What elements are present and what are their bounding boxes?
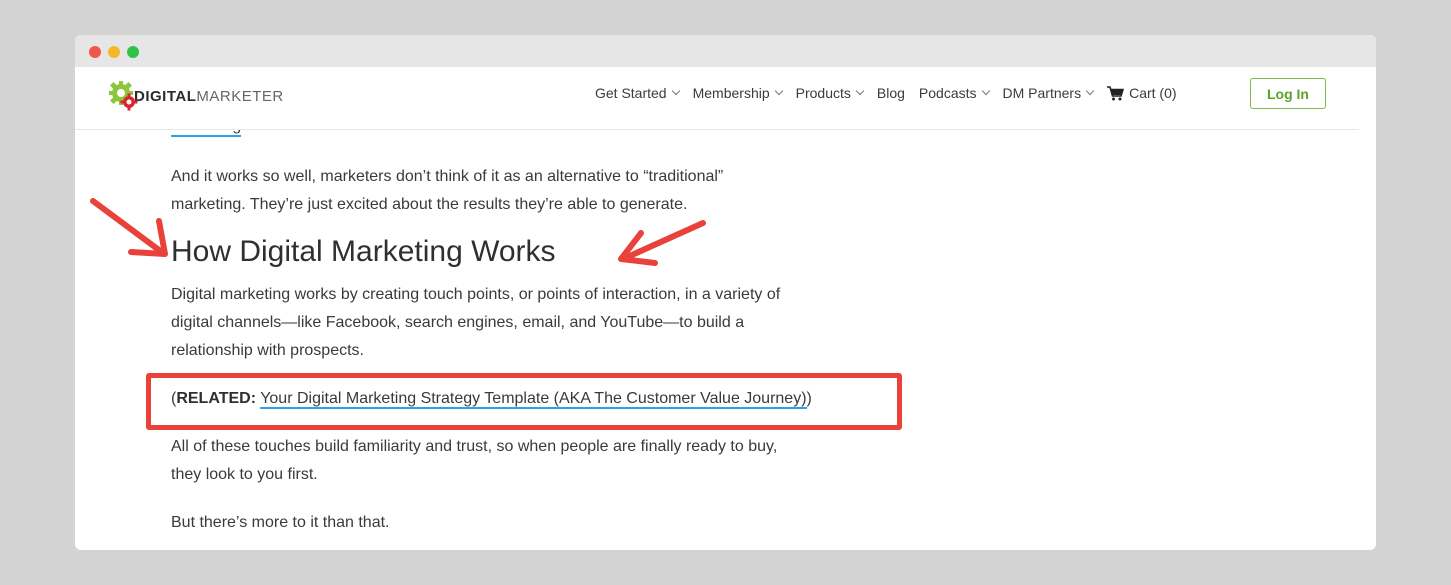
main-nav: Get Started Membership Products Blog Pod… bbox=[595, 85, 1193, 101]
paragraph-3: All of these touches build familiarity a… bbox=[171, 433, 891, 489]
title-bar bbox=[75, 35, 1376, 67]
nav-membership[interactable]: Membership bbox=[693, 85, 783, 101]
chevron-down-icon bbox=[671, 86, 680, 96]
paragraph-line: digital channels—like Facebook, search e… bbox=[171, 314, 745, 331]
paragraph-line: relationship with prospects. bbox=[171, 342, 364, 359]
cart-link[interactable]: Cart (0) bbox=[1107, 85, 1177, 101]
chevron-down-icon bbox=[855, 86, 865, 96]
site-header: DIGITALMARKETER Get Started Membership P… bbox=[75, 67, 1359, 130]
log-in-button[interactable]: Log In bbox=[1250, 78, 1326, 109]
chevron-down-icon bbox=[774, 86, 783, 96]
nav-podcasts[interactable]: Podcasts bbox=[919, 85, 990, 101]
cart-label: Cart (0) bbox=[1129, 85, 1177, 101]
paragraph-2: Digital marketing works by creating touc… bbox=[171, 281, 891, 365]
paragraph-4: But there’s more to it than that. bbox=[171, 514, 390, 531]
paragraph-line: All of these touches build familiarity a… bbox=[171, 438, 778, 455]
maximize-window-button[interactable] bbox=[127, 46, 139, 58]
nav-blog[interactable]: Blog bbox=[877, 85, 905, 101]
paragraph-line: marketing. They’re just excited about th… bbox=[171, 196, 688, 213]
paragraph-1: And it works so well, marketers don’t th… bbox=[171, 163, 891, 219]
gear-logo-icon bbox=[108, 80, 140, 112]
minimize-window-button[interactable] bbox=[108, 46, 120, 58]
logo-wordmark: DIGITALMARKETER bbox=[134, 87, 284, 105]
site-logo[interactable]: DIGITALMARKETER bbox=[108, 79, 284, 113]
cart-icon bbox=[1107, 85, 1125, 100]
nav-products[interactable]: Products bbox=[796, 85, 865, 101]
close-window-button[interactable] bbox=[89, 46, 101, 58]
right-arrow-annotation-icon bbox=[618, 220, 706, 266]
chevron-down-icon bbox=[981, 86, 990, 96]
paragraph-line: they look to you first. bbox=[171, 466, 318, 483]
nav-dm-partners[interactable]: DM Partners bbox=[1003, 85, 1095, 101]
left-arrow-annotation-icon bbox=[90, 198, 168, 257]
highlight-box bbox=[146, 373, 902, 430]
paragraph-line: And it works so well, marketers don’t th… bbox=[171, 168, 724, 185]
paragraph-line: Digital marketing works by creating touc… bbox=[171, 286, 781, 303]
chevron-down-icon bbox=[1085, 86, 1095, 96]
section-heading: How Digital Marketing Works bbox=[171, 235, 556, 268]
browser-window: DIGITALMARKETER Get Started Membership P… bbox=[75, 35, 1376, 550]
nav-get-started[interactable]: Get Started bbox=[595, 85, 680, 101]
